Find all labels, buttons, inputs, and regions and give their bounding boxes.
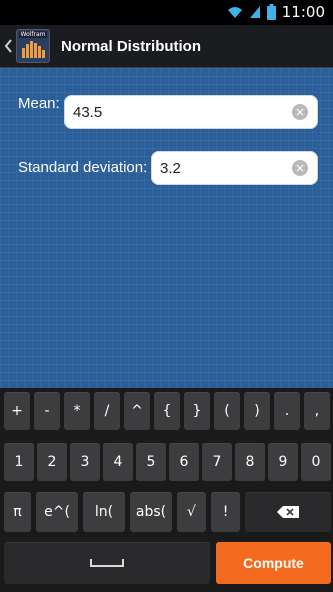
key-sqrt[interactable]: √: [177, 492, 206, 532]
key-comma[interactable]: ,: [304, 392, 330, 430]
back-button[interactable]: [0, 25, 16, 67]
key-ln[interactable]: ln(: [83, 492, 125, 532]
key-factorial[interactable]: !: [211, 492, 240, 532]
battery-icon: [266, 4, 276, 20]
backspace-icon: [277, 506, 299, 518]
bar-chart-icon: [22, 41, 45, 58]
key-9[interactable]: 9: [268, 443, 298, 481]
main-content: Mean: 43.5 × Standard deviation: 3.2 ×: [0, 68, 333, 388]
keyboard: + - * / ^ { } ( ) . , 1 2 3 4 5 6 7 8 9 …: [0, 388, 333, 592]
key-multiply[interactable]: *: [64, 392, 90, 430]
key-period[interactable]: .: [274, 392, 300, 430]
clear-stddev-icon[interactable]: ×: [292, 160, 308, 176]
page-title: Normal Distribution: [61, 37, 202, 55]
stddev-value: 3.2: [160, 159, 181, 177]
key-close-paren[interactable]: ): [244, 392, 270, 430]
mean-row: Mean:: [18, 95, 60, 112]
action-bar: Wolfram Normal Distribution: [0, 25, 333, 68]
mean-value: 43.5: [73, 103, 103, 121]
stddev-row: Standard deviation:: [18, 159, 147, 176]
status-bar: 11:00: [0, 0, 333, 25]
app-logo[interactable]: Wolfram: [16, 29, 50, 63]
mean-label: Mean:: [18, 95, 60, 112]
key-pi[interactable]: π: [4, 492, 31, 532]
key-power[interactable]: ^: [124, 392, 150, 430]
key-abs[interactable]: abs(: [130, 492, 172, 532]
chevron-left-icon: [4, 39, 12, 53]
status-icons: 11:00: [227, 3, 325, 21]
key-open-paren[interactable]: (: [214, 392, 240, 430]
compute-button[interactable]: Compute: [216, 542, 331, 584]
wifi-icon: [227, 7, 242, 18]
key-0[interactable]: 0: [301, 443, 331, 481]
space-icon: [90, 559, 124, 567]
stddev-label: Standard deviation:: [18, 159, 148, 176]
key-minus[interactable]: -: [34, 392, 60, 430]
key-5[interactable]: 5: [136, 443, 166, 481]
key-1[interactable]: 1: [4, 443, 34, 481]
clear-mean-icon[interactable]: ×: [292, 104, 308, 120]
key-8[interactable]: 8: [235, 443, 265, 481]
space-key[interactable]: [4, 542, 210, 584]
status-time: 11:00: [281, 3, 325, 21]
key-3[interactable]: 3: [70, 443, 100, 481]
key-4[interactable]: 4: [103, 443, 133, 481]
key-2[interactable]: 2: [37, 443, 67, 481]
stddev-input[interactable]: 3.2 ×: [151, 151, 318, 185]
key-exp[interactable]: e^(: [36, 492, 78, 532]
key-open-brace[interactable]: {: [154, 392, 180, 430]
key-divide[interactable]: /: [94, 392, 120, 430]
key-plus[interactable]: +: [4, 392, 30, 430]
key-7[interactable]: 7: [202, 443, 232, 481]
signal-icon: [249, 6, 260, 18]
key-6[interactable]: 6: [169, 443, 199, 481]
key-close-brace[interactable]: }: [184, 392, 210, 430]
backspace-button[interactable]: [245, 492, 331, 532]
mean-input[interactable]: 43.5 ×: [64, 95, 318, 129]
